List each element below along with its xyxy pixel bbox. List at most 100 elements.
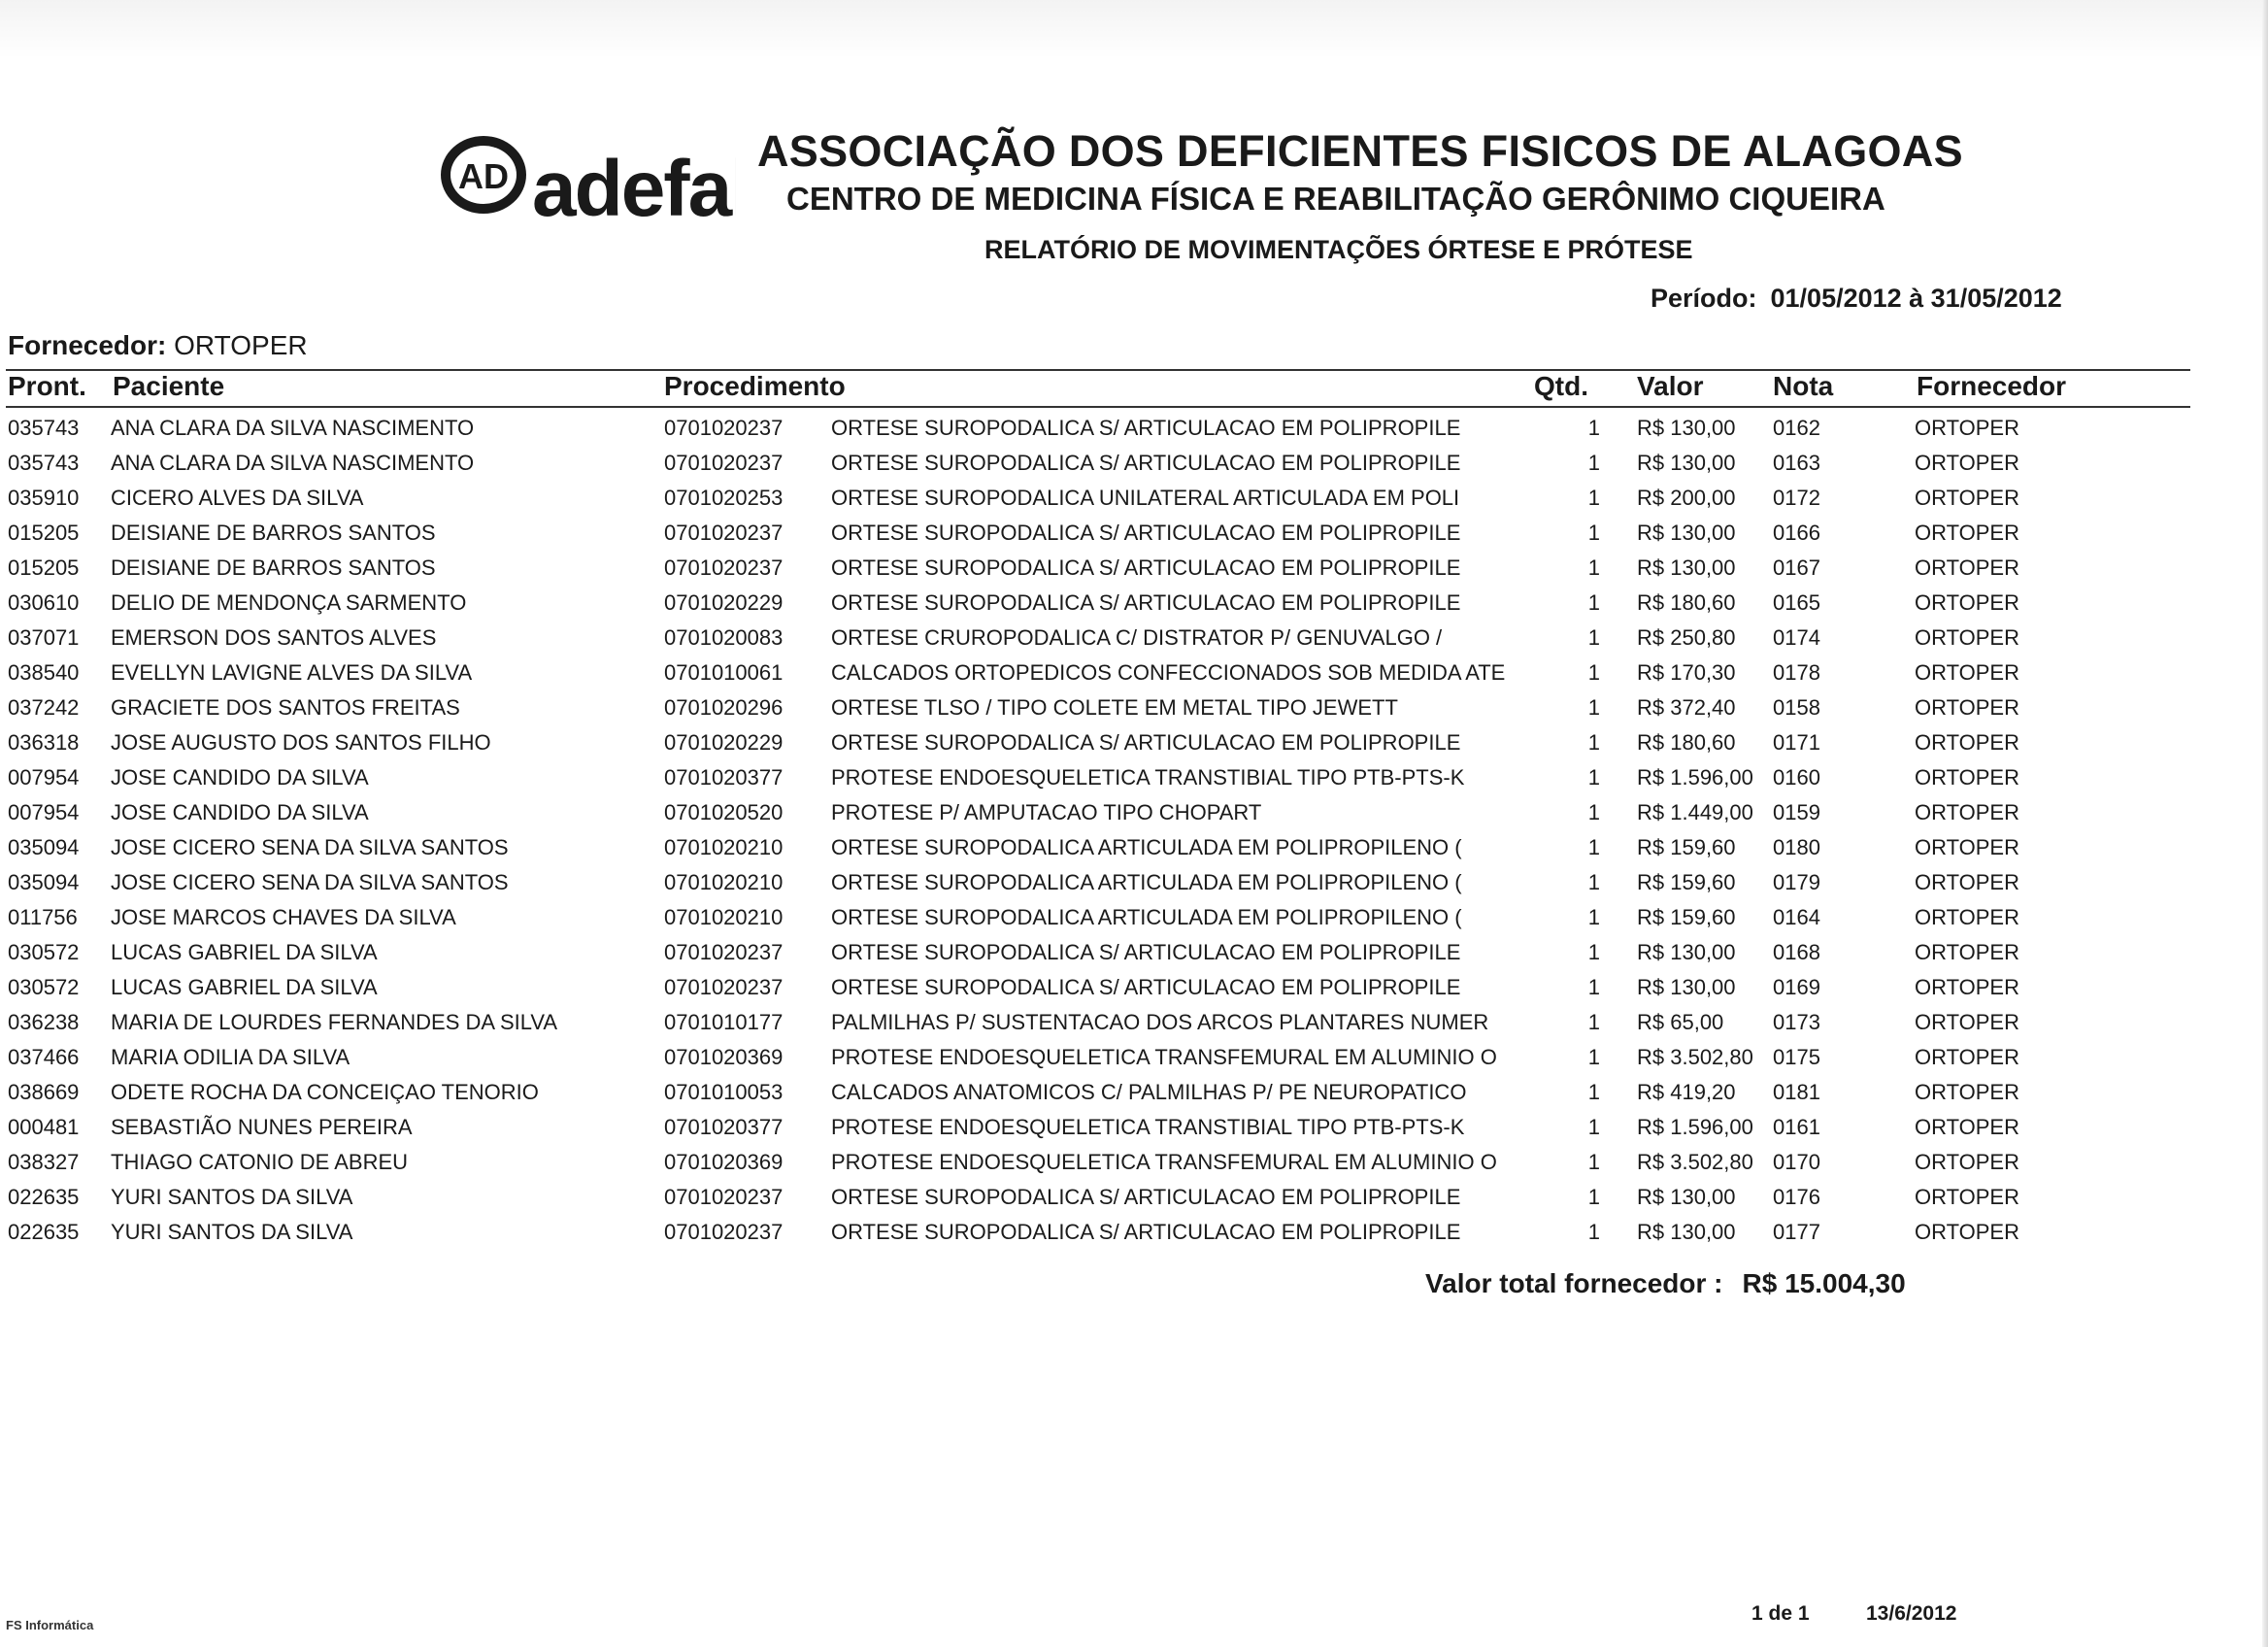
cell-nota: 0158: [1773, 695, 1820, 720]
cell-fornecedor: ORTOPER: [1915, 765, 2019, 790]
cell-procedure-code: 0701020377: [664, 765, 784, 790]
cell-valor: R$ 1.596,00: [1637, 765, 1753, 790]
cell-valor: R$ 130,00: [1637, 555, 1736, 580]
table-row: 022635 YURI SANTOS DA SILVA 0701020237 ORTE…: [0, 1218, 2268, 1253]
cell-pront: 035094: [8, 835, 80, 859]
cell-procedure-description: ORTESE SUROPODALICA S/ ARTICULACAO EM PO…: [831, 451, 1461, 475]
table-row: 037466 MARIA ODILIA DA SILVA 0701020369 PRO…: [0, 1043, 2268, 1078]
cell-procedure-description: ORTESE CRUROPODALICA C/ DISTRATOR P/ GEN…: [831, 625, 1443, 650]
cell-procedure-description: ORTESE SUROPODALICA ARTICULADA EM POLIPR…: [831, 905, 1462, 929]
cell-procedure-description: ORTESE SUROPODALICA S/ ARTICULACAO EM PO…: [831, 1220, 1461, 1244]
cell-valor: R$ 3.502,80: [1637, 1045, 1753, 1069]
cell-procedure-code: 0701020237: [664, 1220, 784, 1244]
cell-procedure-code: 0701020083: [664, 625, 784, 650]
cell-valor: R$ 3.502,80: [1637, 1150, 1753, 1174]
cell-nota: 0175: [1773, 1045, 1820, 1069]
cell-procedure-description: PALMILHAS P/ SUSTENTACAO DOS ARCOS PLANT…: [831, 1010, 1489, 1034]
cell-valor: R$ 130,00: [1637, 521, 1736, 545]
cell-nota: 0179: [1773, 870, 1820, 894]
table-row: 011756 JOSE MARCOS CHAVES DA SILVA 0701020…: [0, 903, 2268, 938]
cell-procedure-description: ORTESE SUROPODALICA S/ ARTICULACAO EM PO…: [831, 975, 1461, 999]
cell-paciente: CICERO ALVES DA SILVA: [111, 486, 364, 510]
cell-paciente: JOSE CANDIDO DA SILVA: [111, 800, 369, 824]
cell-procedure-code: 0701010053: [664, 1080, 784, 1104]
cell-paciente: LUCAS GABRIEL DA SILVA: [111, 940, 378, 964]
cell-pront: 038669: [8, 1080, 80, 1104]
total-value: R$ 15.004,30: [1742, 1268, 1906, 1298]
cell-fornecedor: ORTOPER: [1915, 1150, 2019, 1174]
cell-nota: 0160: [1773, 765, 1820, 790]
table-row: 007954 JOSE CANDIDO DA SILVA 0701020520 PRO…: [0, 798, 2268, 833]
cell-procedure-description: CALCADOS ORTOPEDICOS CONFECCIONADOS SOB …: [831, 660, 1506, 685]
table-header-rule: [6, 406, 2190, 408]
cell-qtd: 1: [1587, 870, 1600, 894]
cell-paciente: JOSE CANDIDO DA SILVA: [111, 765, 369, 790]
cell-pront: 035094: [8, 870, 80, 894]
cell-valor: R$ 65,00: [1637, 1010, 1724, 1034]
footer-page-number: 1 de 1: [1751, 1602, 1810, 1625]
cell-procedure-code: 0701020237: [664, 975, 784, 999]
cell-procedure-description: ORTESE SUROPODALICA UNILATERAL ARTICULAD…: [831, 486, 1460, 510]
cell-pront: 038327: [8, 1150, 80, 1174]
cell-qtd: 1: [1587, 1150, 1600, 1174]
cell-pront: 036318: [8, 730, 80, 755]
cell-valor: R$ 419,20: [1637, 1080, 1736, 1104]
cell-procedure-code: 0701020237: [664, 521, 784, 545]
cell-paciente: ANA CLARA DA SILVA NASCIMENTO: [111, 416, 475, 440]
table-row: 035743 ANA CLARA DA SILVA NASCIMENTO 07010…: [0, 449, 2268, 484]
footer-date: 13/6/2012: [1866, 1602, 1957, 1625]
period-label: Período:: [1651, 284, 1757, 313]
period: Período: 01/05/2012 à 31/05/2012: [1651, 284, 2062, 314]
cell-nota: 0169: [1773, 975, 1820, 999]
cell-paciente: LUCAS GABRIEL DA SILVA: [111, 975, 378, 999]
cell-qtd: 1: [1587, 1220, 1600, 1244]
cell-qtd: 1: [1587, 1045, 1600, 1069]
cell-qtd: 1: [1587, 800, 1600, 824]
cell-procedure-description: ORTESE SUROPODALICA ARTICULADA EM POLIPR…: [831, 870, 1462, 894]
cell-procedure-description: ORTESE SUROPODALICA S/ ARTICULACAO EM PO…: [831, 555, 1461, 580]
org-subtitle: CENTRO DE MEDICINA FÍSICA E REABILITAÇÃO…: [786, 181, 1885, 217]
cell-fornecedor: ORTOPER: [1915, 835, 2019, 859]
cell-valor: R$ 159,60: [1637, 905, 1736, 929]
period-value: 01/05/2012 à 31/05/2012: [1770, 284, 2062, 313]
cell-qtd: 1: [1587, 1115, 1600, 1139]
cell-nota: 0173: [1773, 1010, 1820, 1034]
cell-nota: 0164: [1773, 905, 1820, 929]
cell-procedure-code: 0701020210: [664, 905, 784, 929]
cell-pront: 022635: [8, 1185, 80, 1209]
cell-paciente: GRACIETE DOS SANTOS FREITAS: [111, 695, 460, 720]
cell-procedure-description: PROTESE P/ AMPUTACAO TIPO CHOPART: [831, 800, 1262, 824]
table-body: 035743 ANA CLARA DA SILVA NASCIMENTO 07010…: [0, 414, 2268, 1253]
cell-procedure-code: 0701020369: [664, 1150, 784, 1174]
cell-procedure-code: 0701020210: [664, 835, 784, 859]
cell-qtd: 1: [1587, 590, 1600, 615]
table-row: 022635 YURI SANTOS DA SILVA 0701020237 ORTE…: [0, 1183, 2268, 1218]
cell-nota: 0181: [1773, 1080, 1820, 1104]
cell-nota: 0167: [1773, 555, 1820, 580]
cell-valor: R$ 1.596,00: [1637, 1115, 1753, 1139]
cell-paciente: JOSE AUGUSTO DOS SANTOS FILHO: [111, 730, 491, 755]
table-row: 030572 LUCAS GABRIEL DA SILVA 0701020237 OR…: [0, 938, 2268, 973]
cell-pront: 015205: [8, 521, 80, 545]
cell-procedure-code: 0701020237: [664, 555, 784, 580]
cell-fornecedor: ORTOPER: [1915, 975, 2019, 999]
col-header-pront: Pront.: [8, 371, 86, 401]
org-title: ASSOCIAÇÃO DOS DEFICIENTES FISICOS DE AL…: [757, 126, 1963, 176]
cell-qtd: 1: [1587, 660, 1600, 685]
cell-valor: R$ 130,00: [1637, 451, 1736, 475]
cell-procedure-description: PROTESE ENDOESQUELETICA TRANSFEMURAL EM …: [831, 1150, 1497, 1174]
cell-valor: R$ 372,40: [1637, 695, 1736, 720]
cell-fornecedor: ORTOPER: [1915, 1045, 2019, 1069]
cell-valor: R$ 130,00: [1637, 940, 1736, 964]
col-header-procedimento: Procedimento: [664, 371, 846, 401]
cell-qtd: 1: [1587, 521, 1600, 545]
cell-fornecedor: ORTOPER: [1915, 1010, 2019, 1034]
cell-nota: 0171: [1773, 730, 1820, 755]
supplier-value: ORTOPER: [174, 330, 308, 360]
cell-pront: 035910: [8, 486, 80, 510]
cell-fornecedor: ORTOPER: [1915, 905, 2019, 929]
cell-procedure-description: PROTESE ENDOESQUELETICA TRANSTIBIAL TIPO…: [831, 765, 1465, 790]
cell-valor: R$ 159,60: [1637, 870, 1736, 894]
cell-nota: 0163: [1773, 451, 1820, 475]
svg-text:adefal: adefal: [532, 145, 736, 233]
